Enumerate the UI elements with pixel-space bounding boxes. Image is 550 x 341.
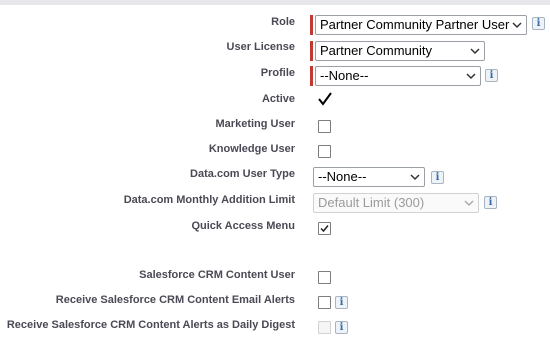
datacom-limit-select[interactable]: Default Limit (300) xyxy=(313,193,479,213)
user-license-select-value: Partner Community xyxy=(320,43,432,58)
top-header-strip xyxy=(0,0,550,5)
chevron-down-icon xyxy=(470,48,480,55)
datacom-user-type-info-icon[interactable]: i xyxy=(431,171,444,184)
datacom-limit-select-value: Default Limit (300) xyxy=(318,195,425,210)
marketing-user-label: Marketing User xyxy=(215,118,295,130)
required-indicator xyxy=(310,66,313,86)
role-info-icon[interactable]: i xyxy=(532,17,545,30)
knowledge-user-row: Knowledge User xyxy=(0,143,550,159)
active-label: Active xyxy=(261,93,295,105)
crm-content-user-checkbox[interactable] xyxy=(318,271,331,284)
profile-select-value: --None-- xyxy=(320,68,369,83)
role-select[interactable]: Partner Community Partner User xyxy=(315,15,527,35)
role-select-value: Partner Community Partner User xyxy=(320,17,510,32)
active-checkmark-icon[interactable] xyxy=(317,91,333,107)
required-indicator xyxy=(310,15,313,35)
knowledge-user-label: Knowledge User xyxy=(208,143,295,155)
user-license-label: User License xyxy=(226,41,295,53)
datacom-limit-row: Data.com Monthly Addition Limit Default … xyxy=(0,193,550,213)
required-indicator xyxy=(310,41,313,61)
datacom-user-type-row: Data.com User Type --None-- i xyxy=(0,167,550,187)
user-license-select[interactable]: Partner Community xyxy=(315,41,485,61)
marketing-user-checkbox[interactable] xyxy=(318,120,331,133)
datacom-limit-label: Data.com Monthly Addition Limit xyxy=(123,194,295,206)
checkmark-icon xyxy=(320,225,329,233)
role-row: Role Partner Community Partner User i xyxy=(0,15,550,35)
crm-content-user-label: Salesforce CRM Content User xyxy=(139,269,295,281)
crm-content-user-row: Salesforce CRM Content User xyxy=(0,269,550,285)
chevron-down-icon xyxy=(464,200,474,207)
datacom-limit-info-icon[interactable]: i xyxy=(484,196,497,209)
datacom-user-type-select[interactable]: --None-- xyxy=(313,167,425,187)
datacom-user-type-label: Data.com User Type xyxy=(190,168,295,180)
quick-access-menu-checkbox[interactable] xyxy=(318,222,331,235)
crm-email-alerts-label: Receive Salesforce CRM Content Email Ale… xyxy=(55,294,295,306)
crm-daily-digest-label: Receive Salesforce CRM Content Alerts as… xyxy=(6,319,295,331)
profile-row: Profile --None-- i xyxy=(0,66,550,86)
crm-daily-digest-info-icon[interactable]: i xyxy=(335,321,348,334)
chevron-down-icon xyxy=(466,73,476,80)
quick-access-menu-label: Quick Access Menu xyxy=(191,220,295,232)
crm-email-alerts-info-icon[interactable]: i xyxy=(335,296,348,309)
crm-daily-digest-checkbox[interactable] xyxy=(318,321,331,334)
crm-email-alerts-row: Receive Salesforce CRM Content Email Ale… xyxy=(0,294,550,310)
datacom-user-type-select-value: --None-- xyxy=(318,169,367,184)
marketing-user-row: Marketing User xyxy=(0,118,550,134)
crm-daily-digest-row: Receive Salesforce CRM Content Alerts as… xyxy=(0,319,550,335)
role-label: Role xyxy=(271,16,295,28)
active-row: Active xyxy=(0,92,550,108)
profile-select[interactable]: --None-- xyxy=(315,66,481,86)
chevron-down-icon xyxy=(512,22,522,29)
profile-info-icon[interactable]: i xyxy=(485,69,498,82)
profile-label: Profile xyxy=(260,67,295,79)
quick-access-menu-row: Quick Access Menu xyxy=(0,220,550,236)
chevron-down-icon xyxy=(410,174,420,181)
knowledge-user-checkbox[interactable] xyxy=(318,145,331,158)
user-license-row: User License Partner Community xyxy=(0,41,550,61)
crm-email-alerts-checkbox[interactable] xyxy=(318,296,331,309)
